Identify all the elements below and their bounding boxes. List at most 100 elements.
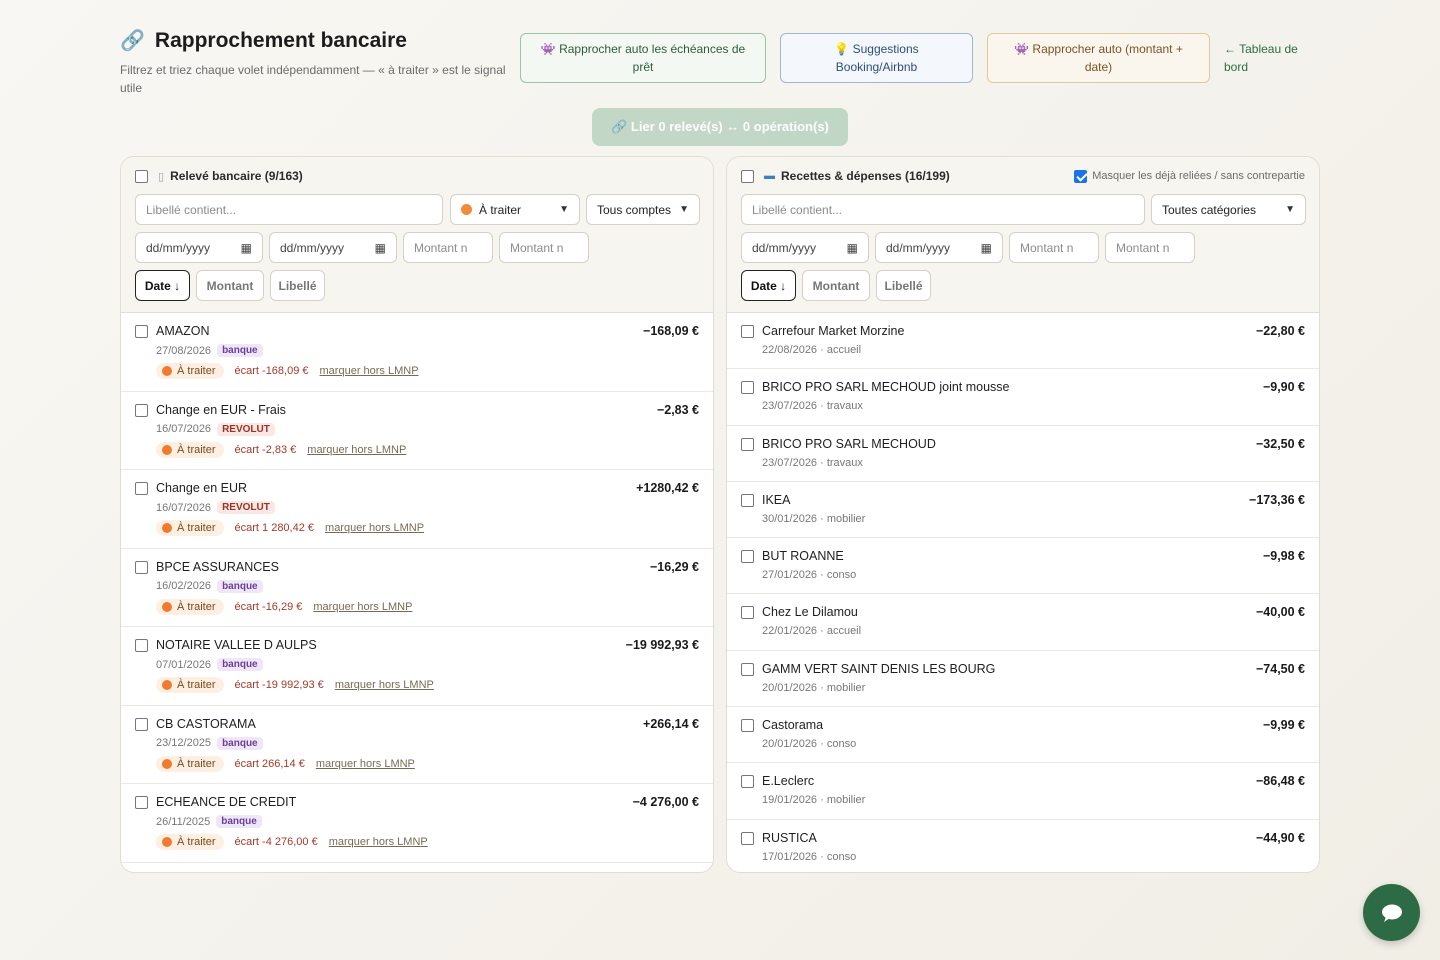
page-title: 🔗 Rapprochement bancaire: [120, 28, 510, 53]
chat-button[interactable]: [1363, 884, 1420, 941]
operation-row-checkbox[interactable]: [741, 775, 754, 789]
operation-meta: 23/07/2026 · travaux: [762, 457, 863, 469]
status-dot-icon: [162, 758, 172, 769]
select-all-statements-checkbox[interactable]: [135, 169, 148, 183]
hide-linked-checkbox[interactable]: [1074, 169, 1088, 183]
operation-row[interactable]: Chez Le Dilamou −40,00 € 22/01/2026 · accu…: [727, 594, 1319, 651]
operation-amount: −9,90 €: [1262, 380, 1305, 395]
sort-amount-button[interactable]: Montant: [196, 270, 264, 301]
mark-outside-lmnp-link[interactable]: marquer hors LMNP: [325, 522, 424, 534]
operation-amount-max-input[interactable]: Montant n: [1105, 232, 1195, 263]
statement-row[interactable]: ECHEANCE DE CREDIT −4 276,00 € 26/11/2025 b…: [121, 784, 713, 863]
statement-row-checkbox[interactable]: [135, 717, 148, 731]
operation-meta: 22/01/2026 · accueil: [762, 625, 861, 637]
statement-label-filter-input[interactable]: Libellé contient...: [135, 194, 443, 225]
operation-date-to-input[interactable]: dd/mm/yyyy ▦: [875, 232, 1003, 263]
statement-row-checkbox[interactable]: [135, 403, 148, 417]
operation-row[interactable]: IKEA −173,36 € 30/01/2026 · mobilier: [727, 482, 1319, 539]
link-selection-button[interactable]: 🔗 Lier 0 relevé(s) ↔ 0 opération(s): [592, 108, 848, 146]
sort-date-button[interactable]: Date ↓: [741, 270, 796, 301]
operation-row[interactable]: E.Leclerc −86,48 € 19/01/2026 · mobilier: [727, 763, 1319, 820]
statement-date: 23/12/2025: [156, 737, 212, 749]
statement-date-from-input[interactable]: dd/mm/yyyy ▦: [135, 232, 263, 263]
status-label: À traiter: [177, 443, 216, 456]
operation-row-checkbox[interactable]: [741, 606, 754, 620]
page-subtitle: Filtrez et triez chaque volet indépendam…: [120, 63, 506, 95]
mark-outside-lmnp-link[interactable]: marquer hors LMNP: [335, 679, 434, 691]
sort-date-button[interactable]: Date ↓: [135, 270, 190, 301]
status-badge: À traiter: [156, 755, 224, 772]
operation-row-checkbox[interactable]: [741, 493, 754, 507]
mark-outside-lmnp-link[interactable]: marquer hors LMNP: [313, 601, 412, 613]
operation-row-checkbox[interactable]: [741, 550, 754, 564]
operation-date-from-input[interactable]: dd/mm/yyyy ▦: [741, 232, 869, 263]
statement-row-checkbox[interactable]: [135, 639, 148, 652]
account-tag: banque: [217, 736, 263, 750]
operation-amount: −40,00 €: [1255, 605, 1305, 620]
dashboard-link[interactable]: ← Tableau de bord: [1224, 40, 1314, 76]
sort-amount-button[interactable]: Montant: [802, 270, 870, 301]
operation-row-checkbox[interactable]: [741, 831, 754, 845]
hide-linked-toggle[interactable]: Masquer les déjà reliées / sans contrepa…: [1074, 169, 1305, 183]
operation-row[interactable]: Castorama −9,99 € 20/01/2026 · conso: [727, 707, 1319, 764]
operation-row-checkbox[interactable]: [741, 381, 754, 395]
statement-amount-min-input[interactable]: Montant n: [403, 232, 493, 263]
statement-status: À traiter écart -168,09 € marquer hors LMN…: [156, 363, 419, 379]
calendar-icon[interactable]: ▦: [981, 241, 992, 255]
operation-row-checkbox[interactable]: [741, 662, 754, 676]
auto-amount-date-button[interactable]: 👾 Rapprocher auto (montant + date): [987, 33, 1210, 83]
select-all-operations-checkbox[interactable]: [741, 169, 754, 183]
auto-loans-button[interactable]: 👾 Rapprocher auto les échéances de prêt: [520, 33, 766, 83]
operation-row[interactable]: BRICO PRO SARL MECHOUD −32,50 € 23/07/2026…: [727, 426, 1319, 482]
operation-row[interactable]: RUSTICA −44,90 € 17/01/2026 · conso: [727, 820, 1319, 872]
operation-row[interactable]: Carrefour Market Morzine −22,80 € 22/08/20…: [727, 313, 1319, 370]
operation-date-category: 27/01/2026 · conso: [762, 569, 857, 582]
sort-label-button[interactable]: Libellé: [270, 270, 325, 301]
statement-status-select[interactable]: À traiter ▼: [450, 194, 580, 225]
operation-row[interactable]: GAMM VERT SAINT DENIS LES BOURG −74,50 € 2…: [727, 651, 1319, 708]
statement-row[interactable]: NOTAIRE VALLEE D AULPS −19 992,93 € 07/01/…: [121, 627, 713, 706]
calendar-icon[interactable]: ▦: [241, 241, 252, 255]
mark-outside-lmnp-link[interactable]: marquer hors LMNP: [329, 836, 428, 848]
mark-outside-lmnp-link[interactable]: marquer hors LMNP: [307, 444, 406, 456]
hide-linked-label: Masquer les déjà reliées / sans contrepa…: [1092, 170, 1305, 182]
date-from-value: dd/mm/yyyy: [752, 240, 817, 255]
statement-account-select[interactable]: Tous comptes ▼: [586, 194, 700, 225]
status-badge: À traiter: [156, 598, 224, 615]
statement-row-checkbox[interactable]: [135, 325, 148, 338]
operation-row[interactable]: BUT ROANNE −9,98 € 27/01/2026 · conso: [727, 538, 1319, 595]
account-tag: REVOLUT: [217, 501, 275, 514]
operation-row[interactable]: BRICO PRO SARL MECHOUD joint mousse −9,90…: [727, 369, 1319, 426]
statement-row-checkbox[interactable]: [135, 482, 148, 495]
statement-amount-max-input[interactable]: Montant n: [499, 232, 589, 263]
statement-row[interactable]: Change en EUR - Frais −2,83 € 16/07/2026 RE…: [121, 392, 713, 470]
calendar-icon[interactable]: ▦: [847, 241, 858, 255]
operation-row-checkbox[interactable]: [741, 437, 754, 451]
operation-amount-min-input[interactable]: Montant n: [1009, 232, 1099, 263]
operation-category-select[interactable]: Toutes catégories ▼: [1151, 194, 1306, 225]
statement-label: ECHEANCE DE CREDIT: [156, 795, 297, 809]
operation-row-checkbox[interactable]: [741, 325, 754, 338]
statement-row[interactable]: CB CASTORAMA +266,14 €23/12/2025 banque À t…: [121, 706, 713, 784]
statement-row[interactable]: Change en EUR +1280,42 € 16/07/2026 REVOLUT…: [121, 470, 713, 549]
statement-date-to-input[interactable]: dd/mm/yyyy ▦: [269, 232, 397, 263]
status-dot-icon: [162, 837, 172, 847]
bank-statement-panel: ▯ Relevé bancaire (9/163) Libellé contie…: [120, 156, 714, 873]
chat-bubble-icon: [1381, 904, 1402, 922]
statement-row-checkbox[interactable]: [135, 796, 148, 809]
status-dot-icon: [162, 523, 172, 533]
statement-row[interactable]: AMAZON −168,09 €27/08/2026 banque À traiter…: [121, 313, 713, 392]
mark-outside-lmnp-link[interactable]: marquer hors LMNP: [320, 365, 419, 377]
suggestions-button[interactable]: 💡 Suggestions Booking/Airbnb: [780, 33, 973, 83]
statement-row-checkbox[interactable]: [135, 560, 148, 574]
statement-row[interactable]: BPCE ASSURANCES −16,29 €16/02/2026 banque À…: [121, 549, 713, 627]
mark-outside-lmnp-link[interactable]: marquer hors LMNP: [316, 758, 415, 770]
status-label: À traiter: [177, 836, 216, 848]
operation-row-checkbox[interactable]: [741, 719, 754, 733]
statement-meta: 23/12/2025 banque: [156, 736, 263, 750]
calendar-icon[interactable]: ▦: [375, 241, 386, 255]
operation-label: Chez Le Dilamou: [762, 605, 858, 620]
statement-amount: +1280,42 €: [636, 481, 699, 495]
operation-label-filter-input[interactable]: Libellé contient...: [741, 194, 1145, 225]
sort-label-button[interactable]: Libellé: [876, 270, 931, 301]
